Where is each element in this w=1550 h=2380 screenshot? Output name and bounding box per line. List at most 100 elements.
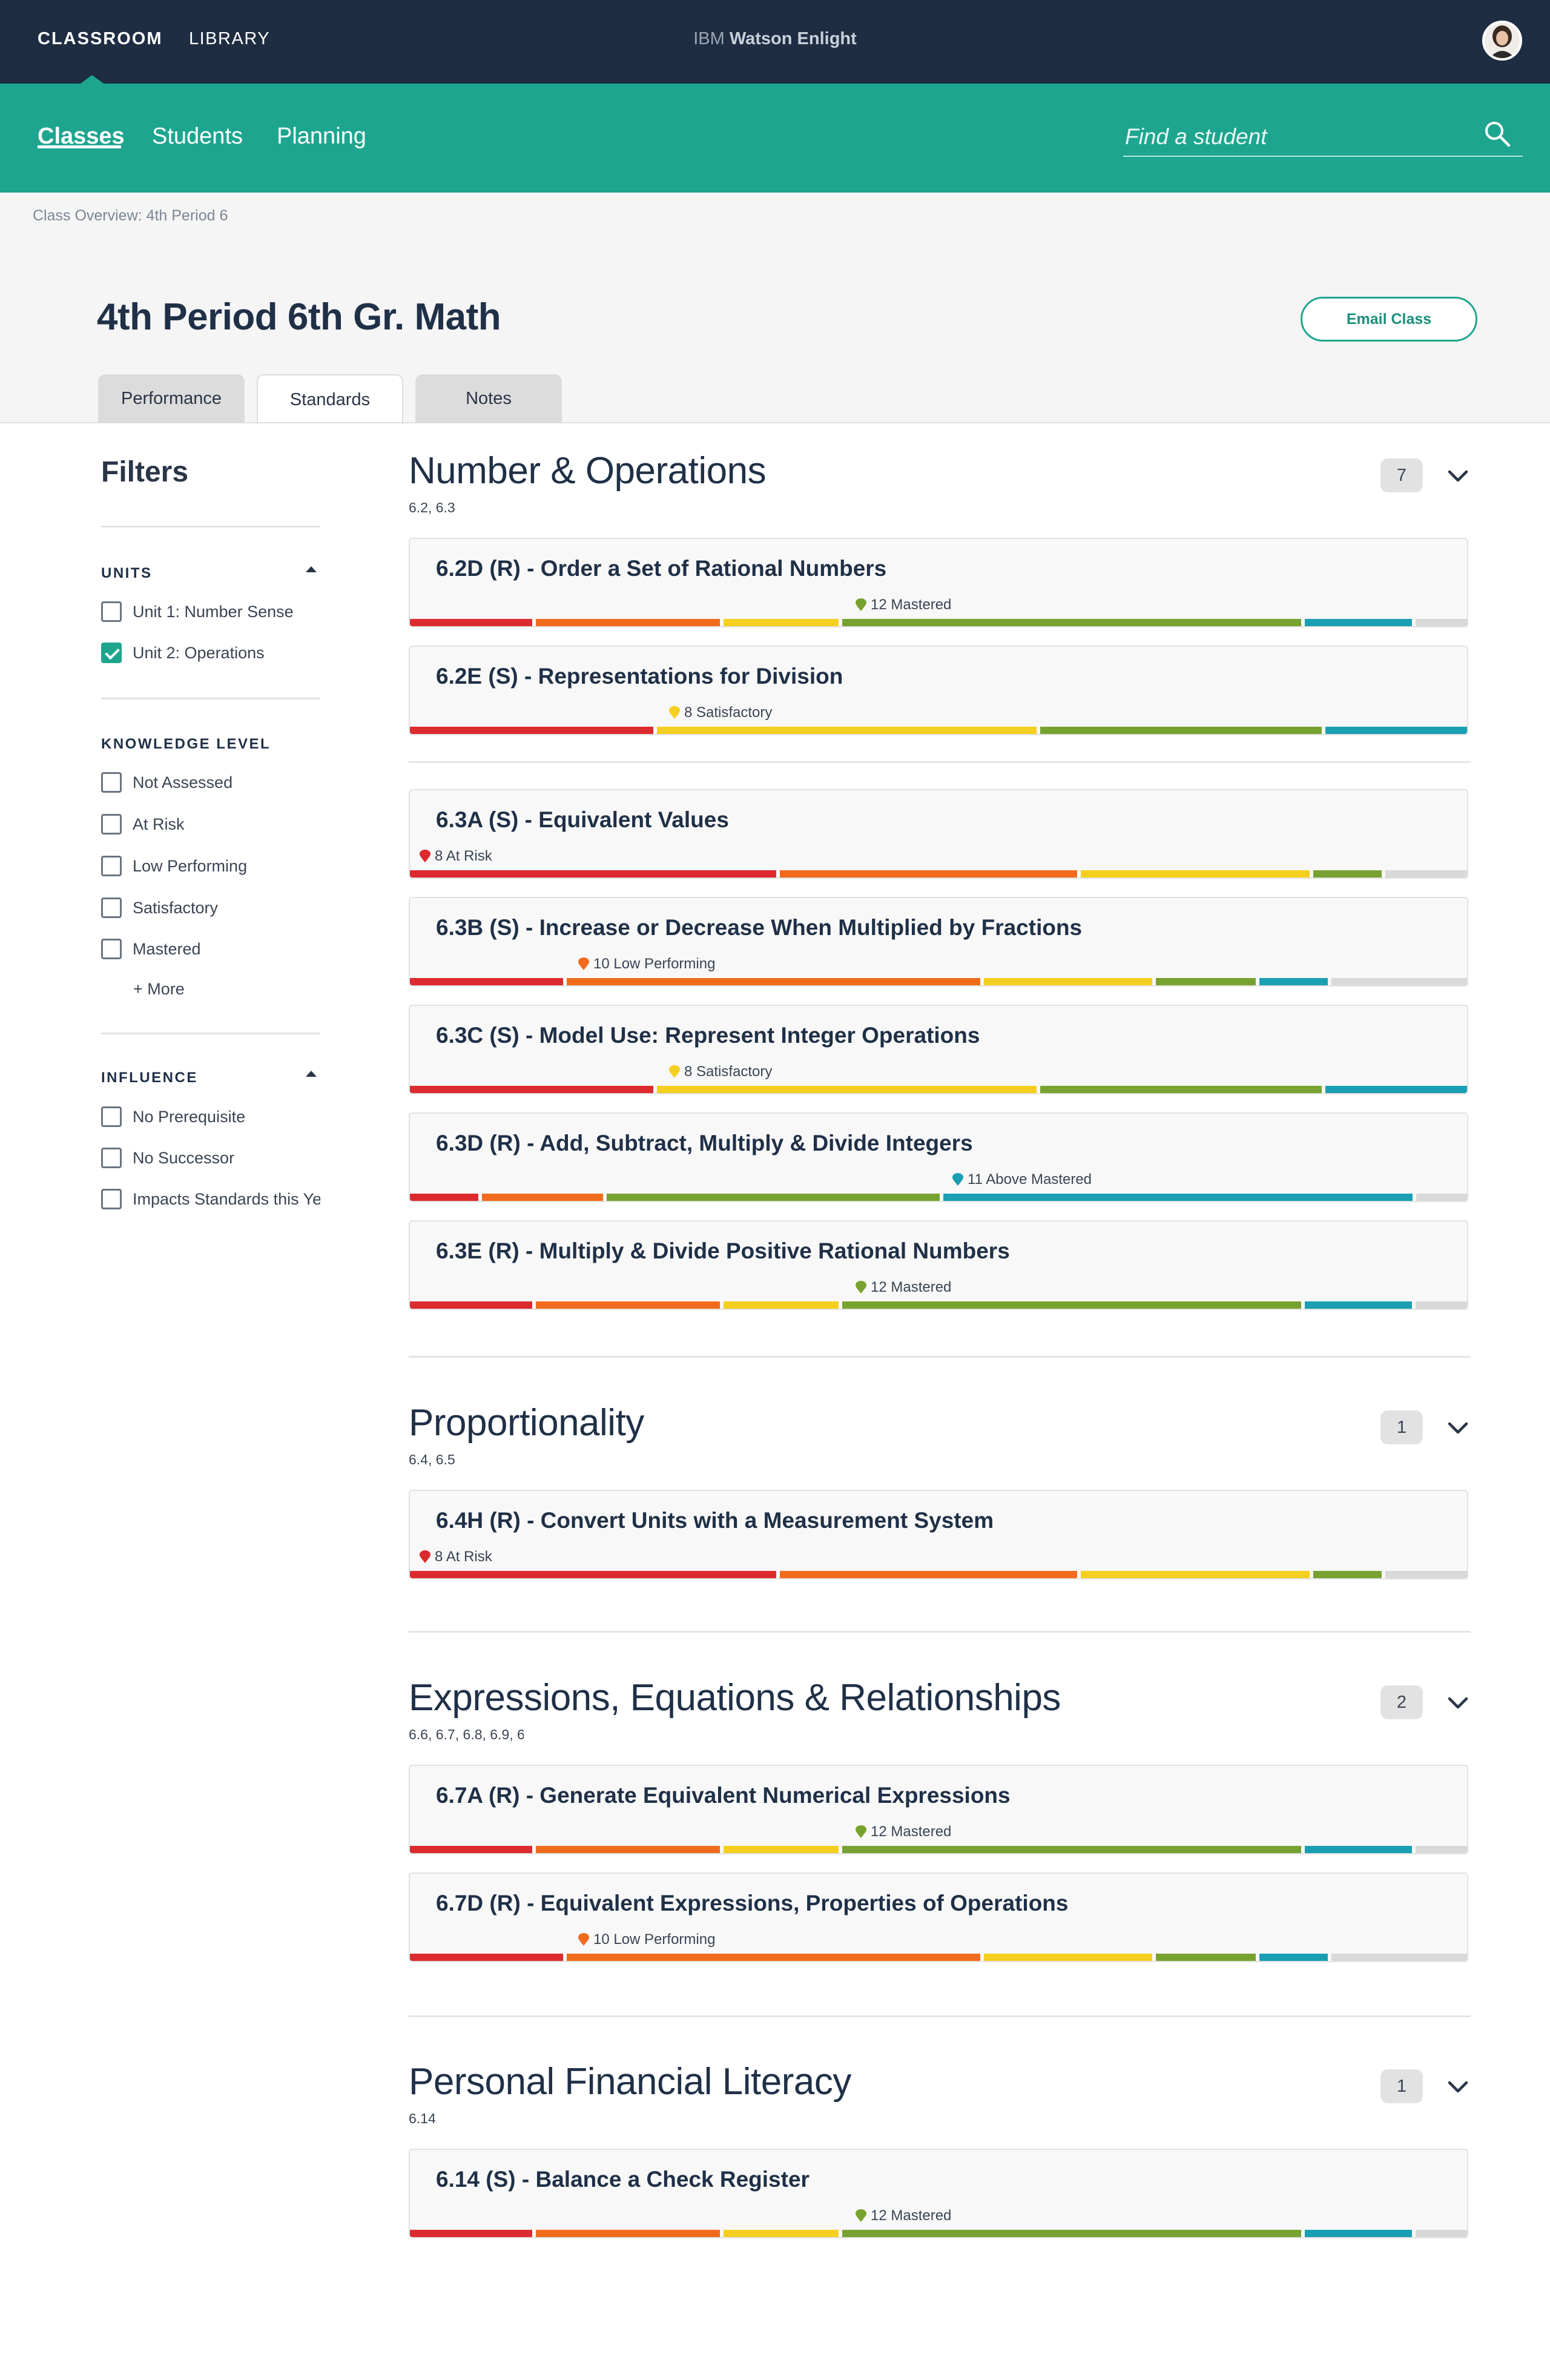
bar-segment-at-risk (410, 619, 533, 626)
bar-segment-at-risk (410, 1846, 533, 1853)
bar-segment-not-assessed (1416, 1194, 1467, 1201)
standard-card[interactable]: 6.3C (S) - Model Use: Represent Integer … (409, 1005, 1468, 1094)
bar-segment-above-mastered (1259, 1954, 1328, 1961)
checkbox[interactable] (101, 814, 122, 835)
class-level-marker: 12 Mastered (855, 1279, 951, 1295)
tab-performance[interactable]: Performance (98, 374, 245, 423)
checkbox[interactable] (101, 856, 122, 876)
checkbox[interactable] (101, 772, 122, 793)
filter-satisfactory[interactable]: Satisfactory (101, 897, 218, 919)
standard-card[interactable]: 6.3D (R) - Add, Subtract, Multiply & Div… (409, 1112, 1468, 1202)
bar-segment-not-assessed (1416, 2230, 1467, 2237)
section-count-badge: 7 (1380, 458, 1423, 492)
filter-divider (101, 526, 320, 527)
page-title: 4th Period 6th Gr. Math (97, 296, 501, 338)
distribution-bar (410, 978, 1467, 985)
standard-card[interactable]: 6.4H (R) - Convert Units with a Measurem… (409, 1490, 1468, 1579)
tab-planning[interactable]: Planning (277, 124, 366, 150)
marker-label: 12 Mastered (871, 2207, 952, 2224)
bar-segment-not-assessed (1385, 870, 1467, 878)
checkbox[interactable] (101, 1106, 122, 1127)
section-count-badge: 2 (1380, 1685, 1423, 1719)
influence-heading[interactable]: INFLUENCE (101, 1069, 198, 1086)
breadcrumb[interactable]: Class Overview: 4th Period 6 (33, 207, 228, 225)
bar-segment-not-assessed (1331, 978, 1467, 985)
class-level-marker: 10 Low Performing (578, 1931, 716, 1948)
group-divider (409, 761, 1471, 763)
bar-segment-mastered (606, 1194, 940, 1201)
filter-divider (101, 698, 320, 699)
search-icon[interactable] (1483, 120, 1511, 148)
standard-card[interactable]: 6.7D (R) - Equivalent Expressions, Prope… (409, 1873, 1468, 1962)
standard-title: 6.7A (R) - Generate Equivalent Numerical… (436, 1783, 1011, 1808)
bar-segment-low-performing (536, 2230, 720, 2237)
filter-label: Impacts Standards this Year (133, 1189, 320, 1208)
checkbox[interactable] (101, 1189, 122, 1209)
standard-card[interactable]: 6.2D (R) - Order a Set of Rational Numbe… (409, 538, 1468, 627)
bar-segment-not-assessed (1331, 1954, 1467, 1961)
search-underline (1123, 156, 1523, 157)
class-level-marker: 8 Satisfactory (668, 704, 773, 721)
bar-segment-mastered (842, 1846, 1302, 1853)
standard-title: 6.2E (S) - Representations for Division (436, 664, 843, 689)
units-heading[interactable]: UNITS (101, 565, 153, 582)
filter-no-prerequisite[interactable]: No Prerequisite (101, 1106, 245, 1128)
tab-students[interactable]: Students (152, 124, 243, 150)
filter-mastered[interactable]: Mastered (101, 938, 201, 960)
standard-card[interactable]: 6.3E (R) - Multiply & Divide Positive Ra… (409, 1220, 1468, 1310)
user-avatar[interactable] (1482, 21, 1522, 61)
bar-segment-low-performing (536, 1301, 720, 1309)
bar-segment-mastered (1040, 727, 1322, 734)
checkbox-checked[interactable] (101, 643, 122, 663)
filters-title: Filters (101, 456, 189, 488)
bar-segment-not-assessed (1416, 1846, 1467, 1853)
section-divider (409, 2015, 1471, 2017)
standard-card[interactable]: 6.7A (R) - Generate Equivalent Numerical… (409, 1765, 1468, 1854)
chevron-down-icon[interactable] (1446, 1694, 1470, 1711)
marker-label: 8 At Risk (435, 1549, 492, 1565)
bar-segment-mastered (1313, 870, 1382, 878)
filter-label: Not Assessed (133, 773, 233, 792)
bar-segment-low-performing (779, 1571, 1078, 1578)
filter-unit-1[interactable]: Unit 1: Number Sense (101, 601, 294, 623)
tab-notes[interactable]: Notes (415, 374, 562, 423)
checkbox[interactable] (101, 939, 122, 959)
checkbox[interactable] (101, 601, 122, 622)
search-input[interactable] (1125, 119, 1452, 155)
marker-label: 10 Low Performing (593, 956, 716, 972)
standard-card[interactable]: 6.3B (S) - Increase or Decrease When Mul… (409, 897, 1468, 987)
bar-segment-above-mastered (1259, 978, 1328, 985)
class-level-marker: 12 Mastered (855, 1823, 951, 1840)
units-collapse-icon[interactable] (306, 566, 317, 572)
influence-collapse-icon[interactable] (306, 1071, 317, 1077)
standard-card[interactable]: 6.3A (S) - Equivalent Values 8 At Risk (409, 789, 1468, 879)
bar-segment-low-performing (536, 619, 720, 626)
marker-label: 8 Satisfactory (684, 704, 773, 721)
chevron-down-icon[interactable] (1446, 1420, 1470, 1436)
standard-card[interactable]: 6.14 (S) - Balance a Check Register 12 M… (409, 2149, 1468, 2238)
tab-standards[interactable]: Standards (257, 374, 403, 424)
map-pin-icon (420, 850, 430, 862)
bar-segment-satisfactory (983, 1954, 1153, 1961)
marker-label: 10 Low Performing (593, 1931, 716, 1948)
email-class-button[interactable]: Email Class (1301, 297, 1477, 342)
filter-label: Mastered (133, 939, 201, 958)
standard-title: 6.7D (R) - Equivalent Expressions, Prope… (436, 1891, 1069, 1916)
distribution-bar (410, 1194, 1467, 1201)
standard-title: 6.3D (R) - Add, Subtract, Multiply & Div… (436, 1131, 973, 1155)
filter-impacts-standards[interactable]: Impacts Standards this Year (101, 1188, 320, 1212)
chevron-down-icon[interactable] (1446, 2078, 1470, 2095)
filter-low-performing[interactable]: Low Performing (101, 855, 247, 877)
filter-unit-2[interactable]: Unit 2: Operations (101, 642, 265, 664)
filter-at-risk[interactable]: At Risk (101, 813, 185, 835)
bar-segment-mastered (842, 1301, 1302, 1309)
header-divider (0, 422, 1550, 423)
more-filters-link[interactable]: + More (133, 980, 185, 999)
filter-not-assessed[interactable]: Not Assessed (101, 772, 232, 793)
standard-card[interactable]: 6.2E (S) - Representations for Division … (409, 646, 1468, 735)
filter-row[interactable]: Impacts Standards this Year (101, 1188, 320, 1210)
chevron-down-icon[interactable] (1446, 468, 1470, 484)
checkbox[interactable] (101, 897, 122, 918)
filter-no-successor[interactable]: No Successor (101, 1147, 234, 1169)
checkbox[interactable] (101, 1148, 122, 1168)
